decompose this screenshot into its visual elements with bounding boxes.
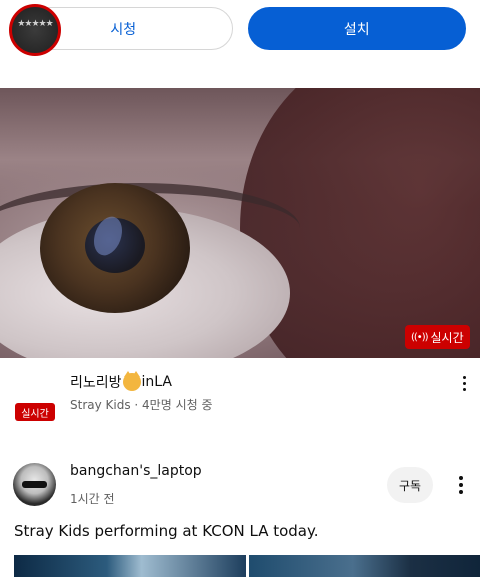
channel-meta: Stray Kids · 4만명 시청 중	[70, 398, 213, 412]
install-button[interactable]: 설치	[247, 7, 466, 50]
channel-title[interactable]: 리노리방 inLA	[70, 371, 172, 392]
post-image-carousel[interactable]	[14, 555, 480, 577]
subscribe-button[interactable]: 구독	[387, 467, 433, 503]
post-text: Stray Kids performing at KCON LA today.	[14, 522, 319, 540]
live-badge: ((•)) 실시간	[405, 325, 470, 349]
cat-emoji-icon	[122, 371, 141, 391]
live-badge-label: 실시간	[430, 330, 464, 345]
channel-avatar[interactable]: ★★★★★	[9, 4, 61, 56]
more-options-icon[interactable]	[454, 373, 474, 393]
post-image[interactable]	[14, 555, 246, 577]
sunglasses-icon	[22, 481, 47, 488]
top-action-bar: 시청 설치	[14, 7, 466, 50]
channel-live-label: 실시간	[15, 403, 55, 421]
channel-name-suffix: inLA	[141, 374, 172, 390]
post-author[interactable]: bangchan's_laptop	[70, 463, 202, 479]
live-video-player[interactable]	[0, 88, 480, 358]
channel-name: 리노리방	[70, 375, 122, 391]
live-signal-icon: ((•))	[411, 331, 428, 343]
avatar-stars: ★★★★★	[17, 19, 53, 29]
post-time: 1시간 전	[70, 492, 115, 506]
post-more-options-icon[interactable]	[451, 475, 471, 495]
post-image[interactable]	[248, 555, 480, 577]
post-author-avatar[interactable]	[13, 463, 56, 506]
